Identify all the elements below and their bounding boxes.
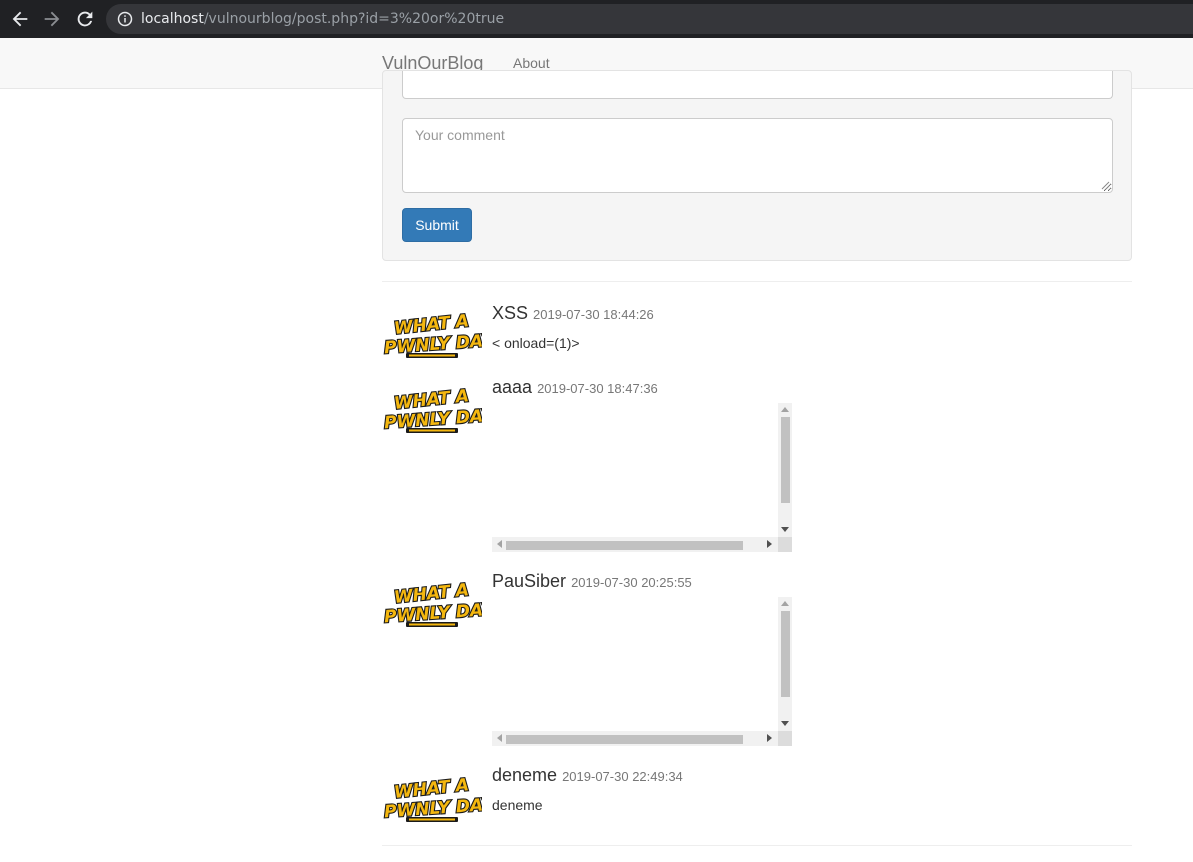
horizontal-scrollbar[interactable] <box>492 537 778 552</box>
comment-author: aaaa <box>492 377 533 397</box>
comment-text: < onload=(1)> <box>492 335 580 351</box>
reload-icon[interactable] <box>74 8 96 30</box>
comment-heading: aaaa 2019-07-30 18:47:36 <box>492 377 658 399</box>
scroll-up-arrow-icon[interactable] <box>781 407 789 412</box>
comment-date: 2019-07-30 22:49:34 <box>562 769 683 784</box>
submit-button[interactable]: Submit <box>402 208 472 242</box>
comment-body: XSS 2019-07-30 18:44:26 < onload=(1)> <box>492 303 654 353</box>
vertical-scrollbar[interactable] <box>778 403 792 537</box>
comment-heading: PauSiber 2019-07-30 20:25:55 <box>492 571 692 593</box>
url-host: localhost <box>141 11 204 27</box>
scrollbar-thumb[interactable] <box>506 541 743 550</box>
comment-heading: XSS 2019-07-30 18:44:26 <box>492 303 654 325</box>
address-bar[interactable]: localhost/vulnourblog/post.php?id=3%20or… <box>106 4 1193 34</box>
scroll-down-arrow-icon[interactable] <box>781 721 789 726</box>
scroll-up-arrow-icon[interactable] <box>781 601 789 606</box>
pwnly-day-avatar <box>382 577 482 631</box>
url-text[interactable]: localhost/vulnourblog/post.php?id=3%20or… <box>141 11 504 27</box>
comment-author: XSS <box>492 303 529 323</box>
comment-heading: deneme 2019-07-30 22:49:34 <box>492 765 683 787</box>
scroll-left-arrow-icon[interactable] <box>497 540 502 548</box>
comment-author: PauSiber <box>492 571 567 591</box>
comment-body: aaaa 2019-07-30 18:47:36 <box>492 377 658 399</box>
comment-textarea[interactable] <box>402 118 1113 193</box>
vertical-scrollbar[interactable] <box>778 597 792 731</box>
nav-link-about[interactable]: About <box>513 55 550 71</box>
comment-body: deneme 2019-07-30 22:49:34 deneme <box>492 765 683 815</box>
back-arrow-icon[interactable] <box>9 8 31 30</box>
comment-text: deneme <box>492 797 543 813</box>
browser-toolbar: localhost/vulnourblog/post.php?id=3%20or… <box>0 0 1193 38</box>
comment-date: 2019-07-30 20:25:55 <box>571 575 692 590</box>
scrollbar-thumb[interactable] <box>506 735 743 744</box>
scroll-down-arrow-icon[interactable] <box>781 527 789 532</box>
scroll-right-arrow-icon[interactable] <box>767 734 772 742</box>
url-path: /vulnourblog/post.php?id=3%20or%20true <box>203 11 505 27</box>
scrollbar-thumb[interactable] <box>781 417 790 503</box>
scroll-left-arrow-icon[interactable] <box>497 734 502 742</box>
name-input[interactable] <box>402 71 1113 99</box>
embedded-frame[interactable] <box>492 403 792 552</box>
info-icon[interactable] <box>117 11 133 27</box>
comment-body: PauSiber 2019-07-30 20:25:55 <box>492 571 692 593</box>
scrollbar-thumb[interactable] <box>781 611 790 697</box>
comment-date: 2019-07-30 18:47:36 <box>537 381 658 396</box>
pwnly-day-avatar <box>382 772 482 826</box>
forward-arrow-icon[interactable] <box>41 8 63 30</box>
comment-author: deneme <box>492 765 558 785</box>
divider <box>382 845 1132 846</box>
scrollbar-corner <box>778 731 792 746</box>
scroll-right-arrow-icon[interactable] <box>767 540 772 548</box>
resize-grip-icon[interactable] <box>1101 181 1110 190</box>
divider <box>382 281 1132 282</box>
pwnly-day-avatar <box>382 383 482 437</box>
scrollbar-corner <box>778 537 792 552</box>
embedded-frame[interactable] <box>492 597 792 746</box>
comment-form: Submit <box>382 70 1132 261</box>
comment-date: 2019-07-30 18:44:26 <box>533 307 654 322</box>
horizontal-scrollbar[interactable] <box>492 731 778 746</box>
pwnly-day-avatar <box>382 308 482 362</box>
